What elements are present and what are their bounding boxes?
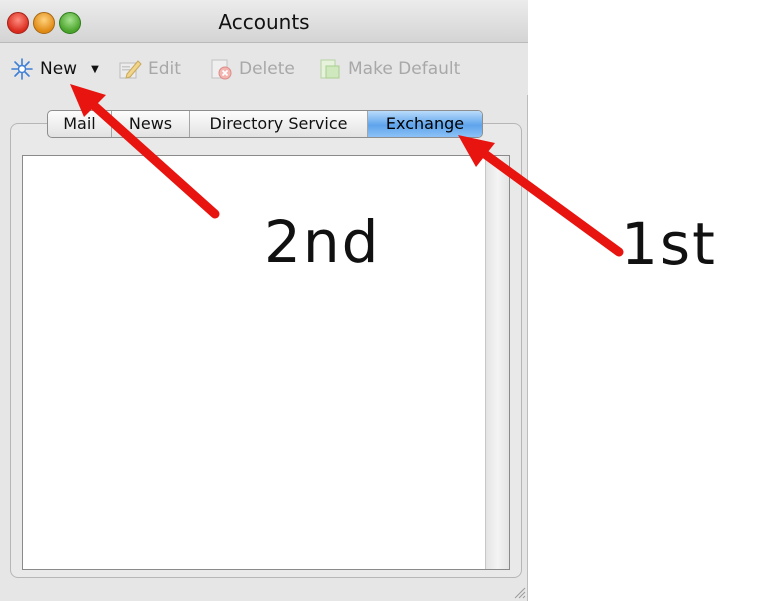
new-button[interactable]: New ▼ [10, 56, 99, 82]
sparkle-icon [11, 58, 33, 80]
accounts-window: Accounts New ▼ Edit Delete Make Default … [0, 0, 528, 601]
delete-button[interactable]: Delete [209, 56, 295, 82]
edit-pencil-icon [119, 60, 142, 79]
make-default-button[interactable]: Make Default [318, 56, 460, 82]
edit-button[interactable]: Edit [118, 56, 181, 82]
chevron-down-icon[interactable]: ▼ [91, 64, 99, 75]
resize-grip-icon[interactable] [512, 585, 526, 599]
account-type-tabs: Mail News Directory Service Exchange [47, 110, 483, 138]
tab-mail[interactable]: Mail [48, 111, 112, 137]
delete-button-label: Delete [239, 59, 295, 79]
title-bar: Accounts [0, 0, 528, 43]
window-title: Accounts [218, 10, 310, 34]
edit-button-label: Edit [148, 59, 181, 79]
make-default-button-label: Make Default [348, 59, 461, 79]
annotation-2nd-label: 2nd [264, 208, 381, 276]
new-button-label: New [40, 59, 78, 79]
tab-exchange[interactable]: Exchange [368, 111, 482, 137]
annotation-1st-label: 1st [621, 210, 717, 278]
tab-directory-service[interactable]: Directory Service [190, 111, 368, 137]
tab-news[interactable]: News [112, 111, 190, 137]
toolbar: New ▼ Edit Delete Make Default [0, 43, 528, 95]
delete-icon [211, 59, 232, 80]
vertical-scrollbar[interactable] [485, 156, 509, 569]
make-default-icon [320, 59, 340, 79]
